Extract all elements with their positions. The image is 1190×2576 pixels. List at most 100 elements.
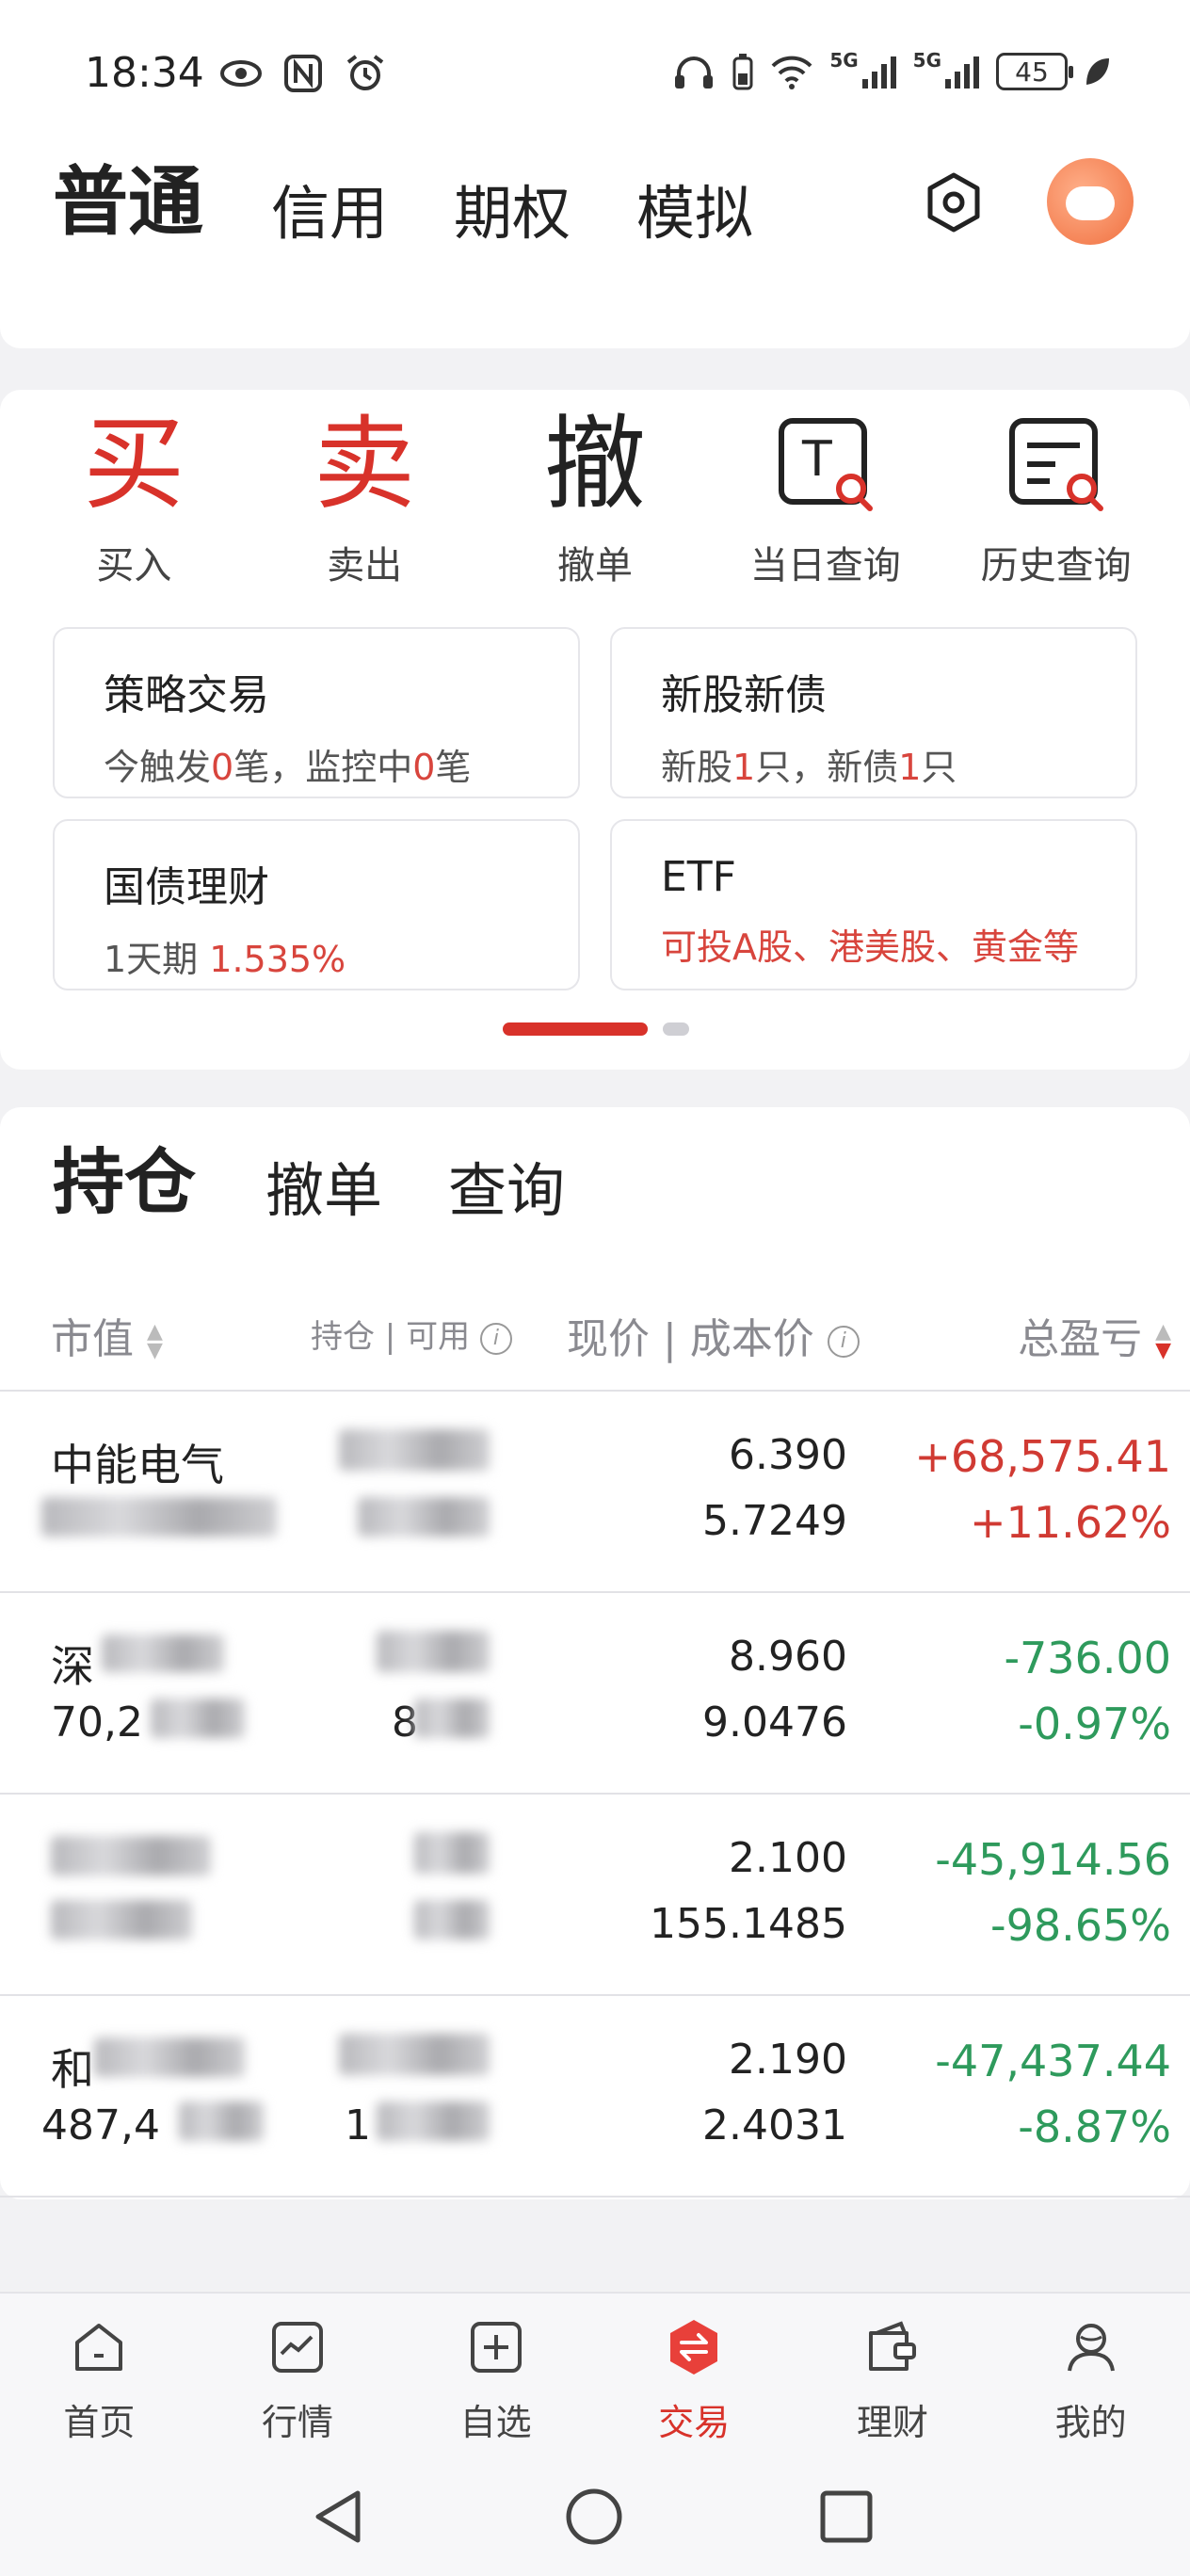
feature-subtitle: 今触发0笔，监控中0笔 <box>104 747 472 788</box>
sort-desc-icon: ▲ ▼ <box>1155 1320 1171 1362</box>
tab-normal[interactable]: 普通 <box>53 141 203 250</box>
tab-credit[interactable]: 信用 <box>271 166 388 250</box>
redacted-position <box>339 2034 490 2075</box>
page-dot-active <box>503 1022 648 1036</box>
tab-options[interactable]: 期权 <box>454 166 571 250</box>
total-pl-percent: +11.62% <box>970 1497 1171 1548</box>
cancel-order-label: 撤单 <box>556 544 633 588</box>
tab-simulation[interactable]: 模拟 <box>636 166 753 250</box>
redacted-name <box>102 1634 224 1672</box>
total-pl-percent: -8.87% <box>1018 2101 1171 2152</box>
current-price: 2.190 <box>729 2036 847 2084</box>
tab-cancel-orders[interactable]: 撤单 <box>265 1143 382 1228</box>
holdings-tabs: 持仓 撤单 查询 <box>53 1124 631 1228</box>
redacted-name <box>94 2037 245 2077</box>
divider <box>0 2196 1190 2198</box>
stock-name: 中能电气 <box>51 1440 224 1490</box>
feature-title: 策略交易 <box>104 671 269 719</box>
nav-profile[interactable]: 我的 <box>1006 2294 1176 2461</box>
cost-price: 5.7249 <box>702 1497 847 1545</box>
recents-square-icon[interactable] <box>813 2484 879 2550</box>
home-icon <box>75 2324 123 2371</box>
stock-name: 深 <box>51 1641 94 1692</box>
sort-icon: ▲ ▼ <box>147 1320 163 1362</box>
redacted-available <box>414 1699 490 1738</box>
nfc-icon <box>284 55 322 92</box>
feature-title: 国债理财 <box>104 863 269 911</box>
column-total-pl[interactable]: 总盈亏 ▲ ▼ <box>1018 1305 1171 1365</box>
market-value: 70,2 <box>51 1699 143 1747</box>
total-pl: -47,437.44 <box>935 2036 1171 2086</box>
system-navigation-bar <box>0 2461 1190 2576</box>
ipo-card[interactable]: 新股新债 新股1只，新债1只 <box>610 627 1137 798</box>
history-query-label: 历史查询 <box>980 544 1132 588</box>
table-row[interactable]: 中能电气 6.390 5.7249 +68,575.41 +11.62% <box>0 1392 1190 1593</box>
feature-title: 新股新债 <box>661 671 827 719</box>
cost-price: 2.4031 <box>702 2101 847 2149</box>
column-market-value[interactable]: 市值 ▲ ▼ <box>51 1305 163 1365</box>
redacted-available <box>358 1497 490 1537</box>
etf-card[interactable]: ETF 可投A股、港美股、黄金等 <box>610 819 1137 990</box>
add-watchlist-icon <box>470 2322 522 2373</box>
redacted-market-value <box>151 1699 245 1738</box>
buy-button[interactable]: 买 买入 <box>30 409 237 589</box>
current-price: 8.960 <box>729 1633 847 1681</box>
strategy-trading-card[interactable]: 策略交易 今触发0笔，监控中0笔 <box>53 627 580 798</box>
battery-indicator: 45 <box>996 53 1073 90</box>
back-icon[interactable] <box>307 2484 373 2550</box>
total-pl: -736.00 <box>1004 1633 1171 1683</box>
treasury-repo-card[interactable]: 国债理财 1天期 1.535% <box>53 819 580 990</box>
tab-query[interactable]: 查询 <box>448 1143 565 1228</box>
history-query-button[interactable]: 历史查询 <box>953 409 1160 589</box>
page-indicator <box>503 1022 689 1036</box>
redacted-position <box>414 1832 490 1874</box>
nav-trade[interactable]: 交易 <box>609 2294 779 2461</box>
feature-subtitle: 1天期 1.535% <box>104 939 346 980</box>
alarm-icon <box>346 55 384 90</box>
table-row[interactable]: 和 487,4 1 2.190 2.4031 -47,437.44 -8.87% <box>0 1996 1190 2198</box>
redacted-name <box>51 1836 211 1876</box>
sell-label: 卖出 <box>327 544 403 588</box>
tab-positions[interactable]: 持仓 <box>53 1124 196 1228</box>
status-bar: 18:34 5G 5G 45 <box>0 0 1190 141</box>
table-row[interactable]: 深 70,2 8 8.960 9.0476 -736.00 -0.97% <box>0 1593 1190 1795</box>
history-query-icon <box>953 409 1160 522</box>
battery-level: 45 <box>1015 56 1049 88</box>
table-row[interactable]: 2.100 155.1485 -45,914.56 -98.65% <box>0 1795 1190 1996</box>
leaf-icon <box>1086 58 1109 85</box>
today-query-label: 当日查询 <box>749 544 901 588</box>
cost-price: 155.1485 <box>650 1900 847 1948</box>
nav-home[interactable]: 首页 <box>14 2294 184 2461</box>
info-icon[interactable]: i <box>827 1326 860 1358</box>
hexagon-settings-icon[interactable] <box>921 169 987 235</box>
redacted-available <box>414 1900 490 1940</box>
page-dot[interactable] <box>663 1022 689 1036</box>
cancel-order-button[interactable]: 撤 撤单 <box>491 409 699 589</box>
feature-title: ETF <box>661 853 736 901</box>
avatar[interactable] <box>1047 158 1134 245</box>
nav-label: 行情 <box>261 2402 333 2443</box>
total-pl: +68,575.41 <box>914 1431 1171 1482</box>
status-left-icons <box>218 55 388 92</box>
sell-button[interactable]: 卖 卖出 <box>261 409 468 589</box>
today-query-button[interactable]: T 当日查询 <box>722 409 929 589</box>
wallet-icon <box>868 2321 916 2371</box>
column-price-cost: 现价 | 成本价 i <box>567 1305 860 1365</box>
feature-subtitle: 可投A股、港美股、黄金等 <box>661 926 1079 968</box>
cost-price: 9.0476 <box>702 1699 847 1747</box>
nav-label: 自选 <box>459 2402 532 2443</box>
column-label: 市值 <box>51 1315 134 1363</box>
buy-label: 买入 <box>96 544 172 588</box>
info-icon[interactable]: i <box>479 1322 512 1355</box>
nav-watchlist[interactable]: 自选 <box>411 2294 581 2461</box>
nav-label: 理财 <box>856 2402 928 2443</box>
redacted-position <box>377 1631 490 1672</box>
nav-wealth[interactable]: 理财 <box>808 2294 977 2461</box>
nav-market[interactable]: 行情 <box>213 2294 382 2461</box>
redacted-market-value <box>179 2101 264 2141</box>
home-circle-icon[interactable] <box>561 2484 627 2550</box>
redacted-available <box>377 2101 490 2141</box>
holdings-card: 持仓 撤单 查询 市值 ▲ ▼ 持仓 | 可用 i 现价 | 成本价 i 总盈亏 … <box>0 1107 1190 2199</box>
profile-icon <box>1067 2324 1115 2372</box>
available-partial: 1 <box>345 2101 371 2149</box>
